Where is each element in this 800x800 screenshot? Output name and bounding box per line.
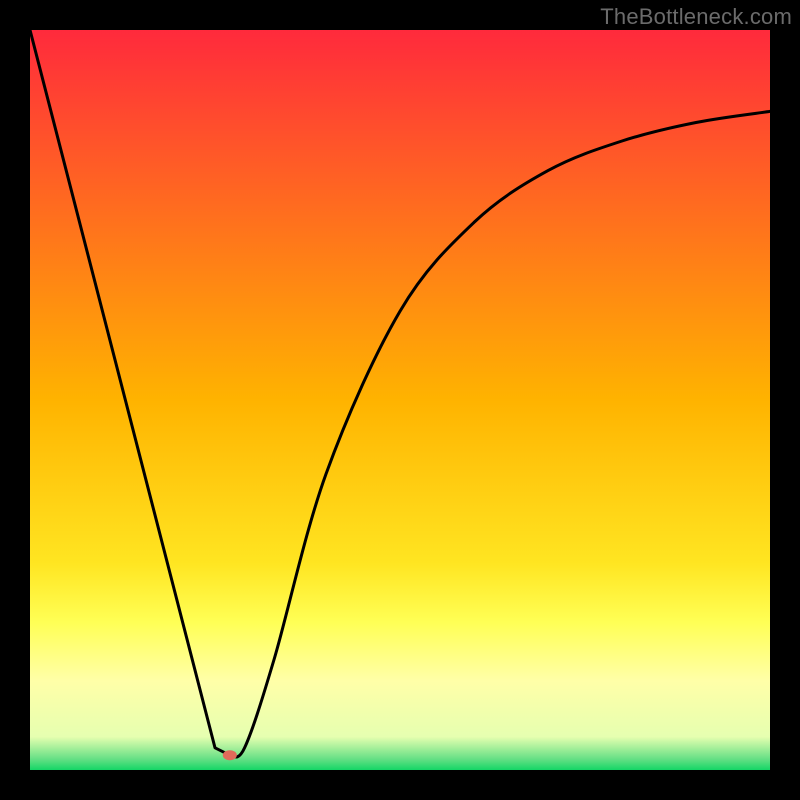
gradient-background bbox=[30, 30, 770, 770]
bottleneck-chart bbox=[30, 30, 770, 770]
chart-frame bbox=[30, 30, 770, 770]
attribution-text: TheBottleneck.com bbox=[600, 4, 792, 30]
optimal-marker bbox=[223, 750, 237, 760]
